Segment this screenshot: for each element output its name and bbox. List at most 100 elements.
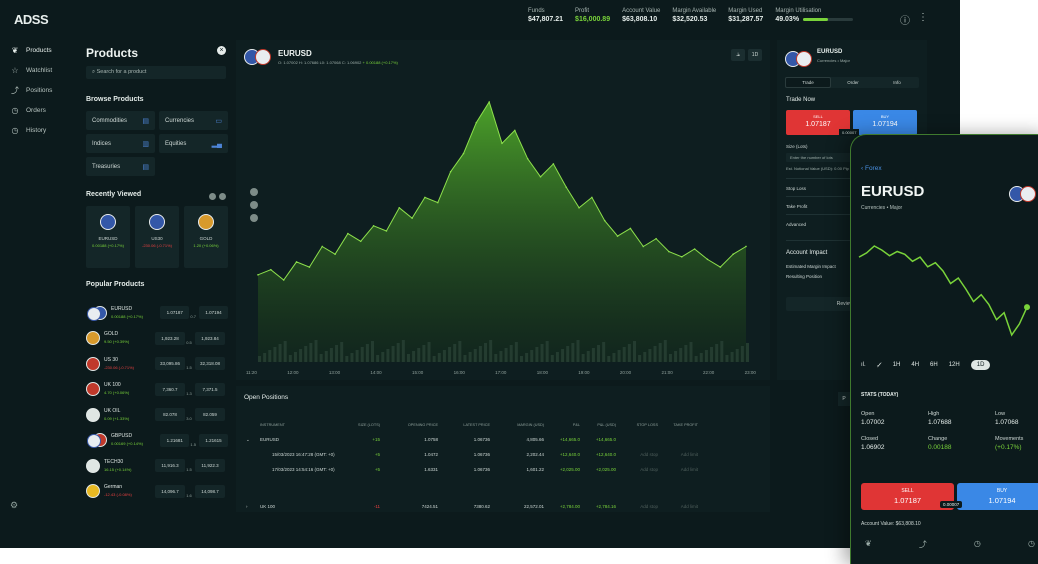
info-icon[interactable]: ⓘ xyxy=(900,12,910,27)
x-tick-label: 22:00 xyxy=(703,370,715,375)
cell-sl[interactable]: Add stop xyxy=(616,452,658,457)
list-item[interactable]: GOLD 9.50 (+0.39%) 1,923.28 0.5 1,923.84 xyxy=(86,326,228,352)
mobile-buy-button[interactable]: BUY 1.07194 xyxy=(957,483,1038,510)
sidebar-item-history[interactable]: ◷ History xyxy=(0,120,72,140)
buy-price-button[interactable]: 1.07194 xyxy=(199,306,229,320)
cell-inst: 17/03/2023 14:54:16 (GMT: +0) xyxy=(272,467,335,472)
volume-bar xyxy=(283,341,287,362)
tab-trade[interactable]: Trade xyxy=(785,77,831,88)
tab-icon[interactable]: ❦ xyxy=(865,539,872,550)
tool-icon[interactable] xyxy=(250,201,258,209)
list-item[interactable]: German -12.43 (-0.08%) 14,096.7 1.6 14,098.7 xyxy=(86,479,228,505)
tab-icon[interactable]: ⤴ xyxy=(919,539,927,550)
timeframe-6h[interactable]: 6H xyxy=(930,362,938,368)
spread-value: 0.7 xyxy=(190,314,196,320)
browse-indices[interactable]: Indices ▥ xyxy=(86,134,155,153)
volume-bar xyxy=(478,346,482,362)
column-header: P&L (USD) xyxy=(597,422,616,427)
tab-info[interactable]: Info xyxy=(875,77,919,88)
tab-icon[interactable]: ◷ xyxy=(974,539,981,550)
sell-price-button[interactable]: 1,923.28 xyxy=(155,331,185,345)
volume-bar xyxy=(632,341,636,362)
buy-price-button[interactable]: 82.059 xyxy=(195,408,225,422)
tool-icon[interactable] xyxy=(250,214,258,222)
list-item[interactable]: UK 100 4.70 (+0.06%) 7,360.7 1.3 7,371.5 xyxy=(86,377,228,403)
prev-icon[interactable] xyxy=(209,193,216,200)
price-point xyxy=(436,201,439,204)
sell-price-button[interactable]: 7,360.7 xyxy=(155,382,185,396)
cell-tp[interactable]: Add limit xyxy=(658,452,698,457)
instrument-flag-icon xyxy=(86,382,100,397)
table-row[interactable]: 15/03/2023 16:47:28 (GMT: +0) +5 1.0472 1.0… xyxy=(246,447,766,462)
buy-price-button[interactable]: 1.21615 xyxy=(199,433,229,447)
sell-price-button[interactable]: 1.07187 xyxy=(160,306,190,320)
browse-treasuries[interactable]: Treasuries ▤ xyxy=(86,157,155,176)
list-item[interactable]: GBPUSD 0.00169 (+0.14%) 1.21681 1.5 1.21615 xyxy=(86,428,229,454)
stop-loss-toggle[interactable]: Stop Loss xyxy=(786,186,806,191)
recent-card[interactable]: GOLD 1.20 (+0.06%) xyxy=(184,206,228,268)
list-item[interactable]: US 30 -230.06 (-0.71%) 33,095.86 1.5 32,318.… xyxy=(86,351,228,377)
x-tick-label: 16:00 xyxy=(453,370,465,375)
tab-order[interactable]: Order xyxy=(831,77,875,88)
table-row[interactable]: 17/03/2023 14:54:16 (GMT: +0) +5 1.6331 1.0… xyxy=(246,462,766,477)
buy-price-button[interactable]: 1,923.84 xyxy=(195,331,225,345)
sell-price-button[interactable]: 33,095.86 xyxy=(155,357,185,371)
cell-exp[interactable]: › xyxy=(246,504,260,509)
table-row[interactable]: ⌄ EURUSD +15 1.0758 1.06736 4,805.66 +14,665.0… xyxy=(246,432,766,447)
settings-icon[interactable]: ⚙ xyxy=(10,500,18,511)
mobile-line-chart[interactable] xyxy=(851,227,1038,357)
buy-price-button[interactable]: 32,318.08 xyxy=(195,357,225,371)
timeframe-1d[interactable]: 1D xyxy=(970,360,991,370)
advanced-toggle[interactable]: Advanced xyxy=(786,222,806,227)
timeframe-1h[interactable]: 1H xyxy=(893,362,901,368)
timeframe-4h[interactable]: 4H xyxy=(911,362,919,368)
browse-equities[interactable]: Equities ▂▄ xyxy=(159,134,228,153)
cell-sl[interactable]: Add stop xyxy=(616,467,658,472)
sell-price-button[interactable]: 11,916.3 xyxy=(155,459,185,473)
menu-icon[interactable]: ⋮ xyxy=(918,12,928,27)
list-item[interactable]: EURUSD 0.00188 (+0.17%) 1.07187 0.7 1.07194 xyxy=(86,300,229,326)
area-chart[interactable] xyxy=(236,40,770,380)
sidebar-item-products[interactable]: ❦ Products xyxy=(0,40,72,60)
price-point xyxy=(462,152,465,155)
list-item[interactable]: UK OIL 0.09 (+1.33%) 82.078 3.0 82.059 xyxy=(86,402,228,428)
take-profit-toggle[interactable]: Take Profit xyxy=(786,204,807,209)
instrument-name-block: UK 100 4.70 (+0.06%) xyxy=(104,382,152,396)
cell-tp[interactable]: Add limit xyxy=(658,467,698,472)
sidebar-item-watchlist[interactable]: ☆ Watchlist xyxy=(0,60,72,80)
sidebar-item-positions[interactable]: ⤴ Positions xyxy=(0,80,72,100)
tool-icon[interactable] xyxy=(250,188,258,196)
browse-commodities[interactable]: Commodities ▤ xyxy=(86,111,155,130)
close-icon[interactable]: × xyxy=(217,46,226,55)
next-icon[interactable] xyxy=(219,193,226,200)
cell-sl[interactable]: Add stop xyxy=(616,504,658,509)
cell-tp[interactable]: Add limit xyxy=(658,504,698,509)
cell-exp[interactable]: ⌄ xyxy=(246,437,260,443)
timeframe-12h[interactable]: 12H xyxy=(949,362,960,368)
search-input[interactable]: ⌕ Search for a product xyxy=(86,66,226,79)
sell-price-button[interactable]: 1.21681 xyxy=(160,433,190,447)
tab-icon[interactable]: ◷ xyxy=(1028,539,1035,550)
chart-style-icon[interactable]: ✓̸ xyxy=(877,362,882,369)
recent-card[interactable]: EURUSD 0.00188 (+0.17%) xyxy=(86,206,130,268)
list-item[interactable]: TECH30 16.15 (+0.14%) 11,916.3 1.5 11,922.3 xyxy=(86,453,228,479)
buy-price-button[interactable]: 7,371.5 xyxy=(195,382,225,396)
popular-products-title: Popular Products xyxy=(86,281,145,288)
back-link[interactable]: ‹ Forex xyxy=(861,165,882,172)
positions-menu-button[interactable]: P xyxy=(838,392,850,406)
sell-price-button[interactable]: 82.078 xyxy=(155,408,185,422)
buy-price-button[interactable]: 11,922.3 xyxy=(195,459,225,473)
sell-price-button[interactable]: 14,096.7 xyxy=(155,484,185,498)
buy-button[interactable]: BUY 1.07194 xyxy=(853,110,917,135)
x-tick-label: 19:00 xyxy=(578,370,590,375)
x-tick-label: 23:00 xyxy=(744,370,756,375)
table-row[interactable]: › UK 100 -11 7424.51 7380.62 22,572.01 +2,784.… xyxy=(246,499,766,514)
sidebar-item-orders[interactable]: ◷ Orders xyxy=(0,100,72,120)
browse-currencies[interactable]: Currencies ▭ xyxy=(159,111,228,130)
volume-bar xyxy=(555,352,559,362)
buy-price-button[interactable]: 14,098.7 xyxy=(195,484,225,498)
size-label: Size (Lots) xyxy=(786,144,808,149)
chart-style-icon[interactable]: ıl. xyxy=(861,362,866,368)
recent-card[interactable]: US30 -230.06 (-0.71%) xyxy=(135,206,179,268)
cell-size: +5 xyxy=(374,467,380,472)
